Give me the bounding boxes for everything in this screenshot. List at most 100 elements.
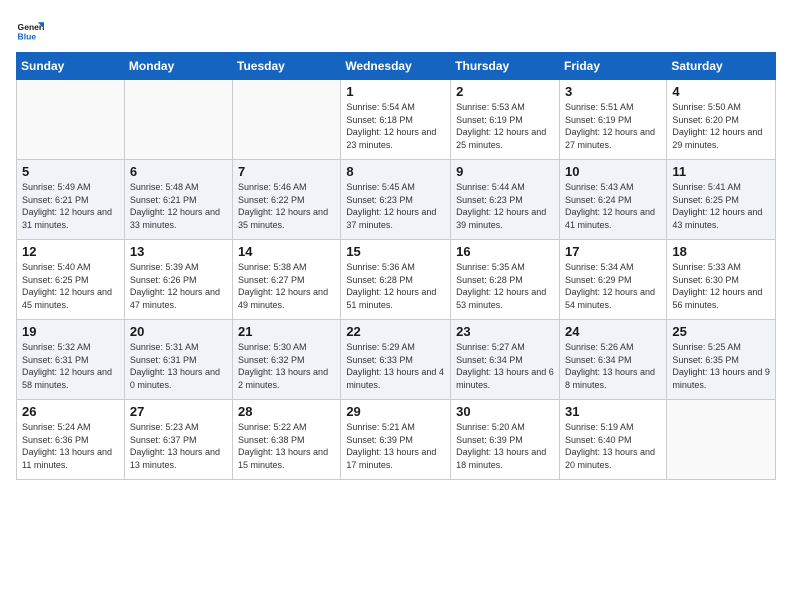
day-number: 24 [565, 324, 661, 339]
day-number: 25 [672, 324, 770, 339]
calendar-cell: 23Sunrise: 5:27 AM Sunset: 6:34 PM Dayli… [451, 320, 560, 400]
day-number: 6 [130, 164, 227, 179]
day-number: 5 [22, 164, 119, 179]
column-header-friday: Friday [559, 53, 666, 80]
column-header-saturday: Saturday [667, 53, 776, 80]
calendar-cell: 15 Sunrise: 5:36 AM Sunset: 6:28 PM Dayli… [341, 240, 451, 320]
day-info: Sunrise: 5:26 AM Sunset: 6:34 PM Dayligh… [565, 341, 661, 391]
calendar-cell: 31 Sunrise: 5:19 AM Sunset: 6:40 PM Dayli… [559, 400, 666, 480]
day-info: Sunrise: 5:33 AM Sunset: 6:30 PM Dayligh… [672, 261, 770, 311]
logo-icon: General Blue [16, 16, 44, 44]
calendar-cell: 18Sunrise: 5:33 AM Sunset: 6:30 PM Dayli… [667, 240, 776, 320]
day-info: Sunrise: 5:23 AM Sunset: 6:37 PM Dayligh… [130, 421, 227, 471]
day-number: 19 [22, 324, 119, 339]
day-info: Sunrise: 5:32 AM Sunset: 6:31 PM Dayligh… [22, 341, 119, 391]
calendar-cell: 30Sunrise: 5:20 AM Sunset: 6:39 PM Dayli… [451, 400, 560, 480]
day-info: Sunrise: 5:45 AM Sunset: 6:23 PM Dayligh… [346, 181, 445, 231]
day-info: Sunrise: 5:36 AM Sunset: 6:28 PM Dayligh… [346, 261, 445, 311]
day-number: 10 [565, 164, 661, 179]
day-info: Sunrise: 5:24 AM Sunset: 6:36 PM Dayligh… [22, 421, 119, 471]
day-info: Sunrise: 5:35 AM Sunset: 6:28 PM Dayligh… [456, 261, 554, 311]
calendar-cell: 4 Sunrise: 5:50 AM Sunset: 6:20 PM Daylig… [667, 80, 776, 160]
calendar-cell: 19 Sunrise: 5:32 AM Sunset: 6:31 PM Dayli… [17, 320, 125, 400]
day-info: Sunrise: 5:25 AM Sunset: 6:35 PM Dayligh… [672, 341, 770, 391]
day-info: Sunrise: 5:34 AM Sunset: 6:29 PM Dayligh… [565, 261, 661, 311]
day-number: 29 [346, 404, 445, 419]
calendar-cell: 10 Sunrise: 5:43 AM Sunset: 6:24 PM Dayli… [559, 160, 666, 240]
column-header-monday: Monday [124, 53, 232, 80]
day-info: Sunrise: 5:21 AM Sunset: 6:39 PM Dayligh… [346, 421, 445, 471]
calendar-cell: 14Sunrise: 5:38 AM Sunset: 6:27 PM Dayli… [233, 240, 341, 320]
calendar-cell: 26 Sunrise: 5:24 AM Sunset: 6:36 PM Dayli… [17, 400, 125, 480]
day-info: Sunrise: 5:53 AM Sunset: 6:19 PM Dayligh… [456, 101, 554, 151]
calendar-cell [124, 80, 232, 160]
week-row-1: 1 Sunrise: 5:54 AM Sunset: 6:18 PM Daylig… [17, 80, 776, 160]
day-number: 3 [565, 84, 661, 99]
calendar-cell: 3Sunrise: 5:51 AM Sunset: 6:19 PM Daylig… [559, 80, 666, 160]
day-info: Sunrise: 5:48 AM Sunset: 6:21 PM Dayligh… [130, 181, 227, 231]
calendar-cell: 17 Sunrise: 5:34 AM Sunset: 6:29 PM Dayli… [559, 240, 666, 320]
day-number: 8 [346, 164, 445, 179]
day-info: Sunrise: 5:41 AM Sunset: 6:25 PM Dayligh… [672, 181, 770, 231]
calendar-cell: 20Sunrise: 5:31 AM Sunset: 6:31 PM Dayli… [124, 320, 232, 400]
day-info: Sunrise: 5:27 AM Sunset: 6:34 PM Dayligh… [456, 341, 554, 391]
calendar-cell: 8 Sunrise: 5:45 AM Sunset: 6:23 PM Daylig… [341, 160, 451, 240]
calendar-cell: 12Sunrise: 5:40 AM Sunset: 6:25 PM Dayli… [17, 240, 125, 320]
week-row-4: 19 Sunrise: 5:32 AM Sunset: 6:31 PM Dayli… [17, 320, 776, 400]
calendar-cell: 29 Sunrise: 5:21 AM Sunset: 6:39 PM Dayli… [341, 400, 451, 480]
calendar-cell: 7 Sunrise: 5:46 AM Sunset: 6:22 PM Daylig… [233, 160, 341, 240]
page-header: General Blue [16, 16, 776, 44]
calendar-cell: 25 Sunrise: 5:25 AM Sunset: 6:35 PM Dayli… [667, 320, 776, 400]
calendar-cell: 5 Sunrise: 5:49 AM Sunset: 6:21 PM Daylig… [17, 160, 125, 240]
day-number: 16 [456, 244, 554, 259]
calendar-cell: 6 Sunrise: 5:48 AM Sunset: 6:21 PM Daylig… [124, 160, 232, 240]
day-number: 28 [238, 404, 335, 419]
day-number: 1 [346, 84, 445, 99]
day-number: 4 [672, 84, 770, 99]
day-number: 2 [456, 84, 554, 99]
day-info: Sunrise: 5:20 AM Sunset: 6:39 PM Dayligh… [456, 421, 554, 471]
calendar-cell: 28 Sunrise: 5:22 AM Sunset: 6:38 PM Dayli… [233, 400, 341, 480]
calendar-cell: 24 Sunrise: 5:26 AM Sunset: 6:34 PM Dayli… [559, 320, 666, 400]
column-header-tuesday: Tuesday [233, 53, 341, 80]
day-info: Sunrise: 5:30 AM Sunset: 6:32 PM Dayligh… [238, 341, 335, 391]
day-info: Sunrise: 5:19 AM Sunset: 6:40 PM Dayligh… [565, 421, 661, 471]
day-number: 20 [130, 324, 227, 339]
calendar-cell: 1 Sunrise: 5:54 AM Sunset: 6:18 PM Daylig… [341, 80, 451, 160]
day-number: 31 [565, 404, 661, 419]
day-info: Sunrise: 5:54 AM Sunset: 6:18 PM Dayligh… [346, 101, 445, 151]
column-header-thursday: Thursday [451, 53, 560, 80]
day-number: 15 [346, 244, 445, 259]
day-number: 7 [238, 164, 335, 179]
day-number: 13 [130, 244, 227, 259]
day-info: Sunrise: 5:39 AM Sunset: 6:26 PM Dayligh… [130, 261, 227, 311]
header-row: SundayMondayTuesdayWednesdayThursdayFrid… [17, 53, 776, 80]
calendar-cell: 9Sunrise: 5:44 AM Sunset: 6:23 PM Daylig… [451, 160, 560, 240]
day-number: 21 [238, 324, 335, 339]
calendar-cell: 22Sunrise: 5:29 AM Sunset: 6:33 PM Dayli… [341, 320, 451, 400]
week-row-5: 26 Sunrise: 5:24 AM Sunset: 6:36 PM Dayli… [17, 400, 776, 480]
column-header-wednesday: Wednesday [341, 53, 451, 80]
calendar-cell: 2 Sunrise: 5:53 AM Sunset: 6:19 PM Daylig… [451, 80, 560, 160]
calendar-cell [233, 80, 341, 160]
calendar-cell [667, 400, 776, 480]
column-header-sunday: Sunday [17, 53, 125, 80]
day-info: Sunrise: 5:49 AM Sunset: 6:21 PM Dayligh… [22, 181, 119, 231]
day-number: 11 [672, 164, 770, 179]
calendar-cell: 21 Sunrise: 5:30 AM Sunset: 6:32 PM Dayli… [233, 320, 341, 400]
calendar-cell: 16 Sunrise: 5:35 AM Sunset: 6:28 PM Dayli… [451, 240, 560, 320]
day-number: 17 [565, 244, 661, 259]
day-number: 26 [22, 404, 119, 419]
day-number: 9 [456, 164, 554, 179]
logo: General Blue [16, 16, 44, 44]
day-info: Sunrise: 5:22 AM Sunset: 6:38 PM Dayligh… [238, 421, 335, 471]
day-number: 27 [130, 404, 227, 419]
day-info: Sunrise: 5:43 AM Sunset: 6:24 PM Dayligh… [565, 181, 661, 231]
calendar-table: SundayMondayTuesdayWednesdayThursdayFrid… [16, 52, 776, 480]
week-row-2: 5 Sunrise: 5:49 AM Sunset: 6:21 PM Daylig… [17, 160, 776, 240]
svg-text:Blue: Blue [18, 31, 37, 41]
day-info: Sunrise: 5:46 AM Sunset: 6:22 PM Dayligh… [238, 181, 335, 231]
day-info: Sunrise: 5:50 AM Sunset: 6:20 PM Dayligh… [672, 101, 770, 151]
day-info: Sunrise: 5:38 AM Sunset: 6:27 PM Dayligh… [238, 261, 335, 311]
calendar-cell: 11 Sunrise: 5:41 AM Sunset: 6:25 PM Dayli… [667, 160, 776, 240]
